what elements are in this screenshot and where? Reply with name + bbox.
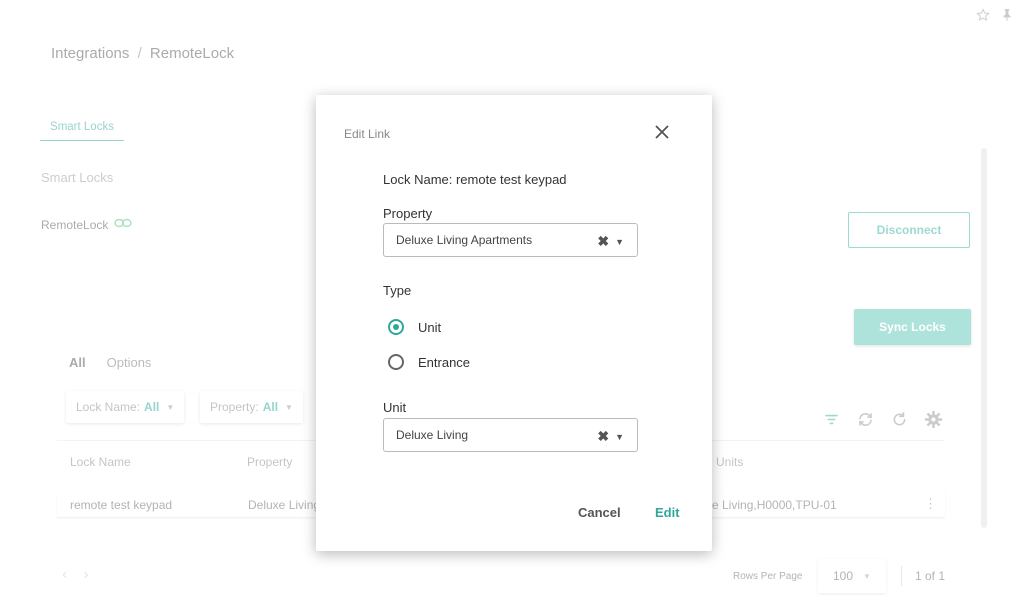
cancel-button[interactable]: Cancel bbox=[578, 505, 621, 520]
radio-entrance[interactable]: Entrance bbox=[388, 354, 470, 370]
edit-button[interactable]: Edit bbox=[655, 505, 680, 520]
radio-checked-icon[interactable] bbox=[388, 319, 404, 335]
dialog-title: Edit Link bbox=[344, 127, 391, 141]
radio-unchecked-icon[interactable] bbox=[388, 354, 404, 370]
caret-down-icon[interactable]: ▼ bbox=[615, 432, 624, 442]
clear-icon[interactable]: ✖ bbox=[597, 233, 609, 250]
close-icon[interactable] bbox=[654, 124, 670, 140]
unit-select-value: Deluxe Living bbox=[396, 428, 469, 442]
radio-unit[interactable]: Unit bbox=[388, 319, 441, 335]
caret-down-icon[interactable]: ▼ bbox=[615, 237, 624, 247]
property-select[interactable]: Deluxe Living Apartments ✖ ▼ bbox=[383, 223, 638, 257]
property-select-value: Deluxe Living Apartments bbox=[396, 233, 533, 247]
unit-label: Unit bbox=[383, 400, 407, 415]
edit-link-dialog: Edit Link Lock Name: remote test keypad … bbox=[316, 95, 712, 551]
property-label: Property bbox=[383, 206, 433, 221]
radio-label: Unit bbox=[418, 319, 442, 335]
clear-icon[interactable]: ✖ bbox=[597, 428, 609, 445]
type-label: Type bbox=[383, 283, 412, 298]
unit-select[interactable]: Deluxe Living ✖ ▼ bbox=[383, 418, 638, 452]
lock-name-text: Lock Name: remote test keypad bbox=[383, 172, 567, 187]
radio-label: Entrance bbox=[418, 354, 471, 370]
